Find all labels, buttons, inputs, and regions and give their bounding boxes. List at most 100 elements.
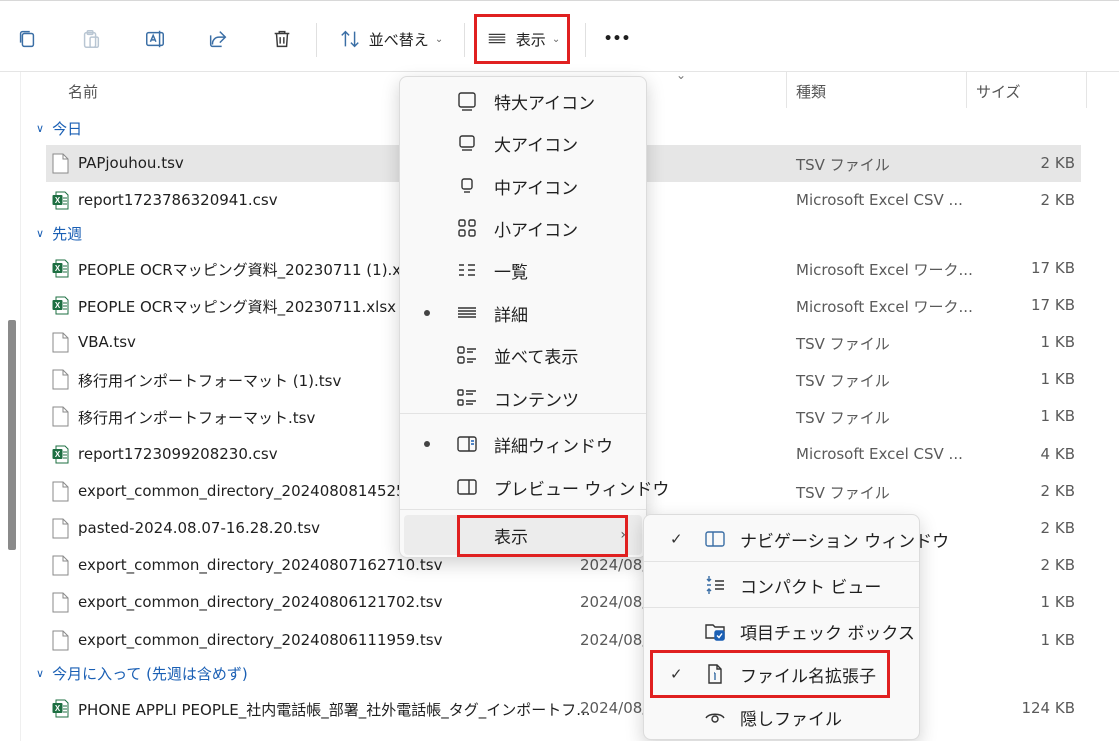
group-label: 先週 bbox=[52, 225, 83, 243]
rename-icon bbox=[146, 30, 164, 48]
show-submenu: ✓ ナビゲーション ウィンドウ コンパクト ビュー 項目チェック ボックス ✓ ファイル名… bbox=[643, 514, 949, 740]
copy-button[interactable] bbox=[12, 21, 42, 57]
group-label: 今月に入って (先週は含めず) bbox=[52, 665, 248, 683]
file-date: 2024/08/ bbox=[580, 699, 648, 717]
file-size: 1 KB bbox=[1040, 593, 1075, 611]
excel-file-icon: X bbox=[52, 698, 69, 719]
file-type: Microsoft Excel CSV ... bbox=[796, 445, 963, 463]
chevron-down-icon: ∨ bbox=[36, 227, 45, 240]
column-type[interactable]: 種類 bbox=[796, 81, 826, 102]
view-menu-item[interactable]: 並べて表示 bbox=[404, 335, 642, 375]
menu-item-label: プレビュー ウィンドウ bbox=[494, 479, 670, 500]
show-submenu-item[interactable]: コンパクト ビュー bbox=[648, 565, 915, 605]
item-checkbox-icon bbox=[704, 620, 726, 642]
sort-icon bbox=[341, 30, 359, 48]
share-button[interactable] bbox=[203, 21, 233, 57]
column-name[interactable]: 名前 bbox=[68, 81, 98, 102]
more-options-button[interactable]: ••• bbox=[600, 21, 634, 57]
rename-button[interactable] bbox=[140, 21, 170, 57]
scrollbar-thumb[interactable] bbox=[8, 320, 16, 550]
file-row[interactable]: export_common_directory_20240806121702.t… bbox=[46, 584, 1081, 621]
large-icons-icon bbox=[456, 132, 478, 154]
file-row[interactable]: X PHONE APPLI PEOPLE_社内電話帳_部署_社外電話帳_タグ_イン… bbox=[46, 690, 1081, 727]
file-name: export_common_directory_20240806111959.t… bbox=[78, 631, 443, 649]
file-type: Microsoft Excel CSV ... bbox=[796, 191, 963, 209]
checkmark-icon: ✓ bbox=[670, 530, 683, 548]
view-menu-item[interactable]: 小アイコン bbox=[404, 208, 642, 248]
file-size: 1 KB bbox=[1040, 631, 1075, 649]
file-date: 2024/08/ bbox=[580, 631, 648, 649]
svg-text:X: X bbox=[55, 264, 61, 273]
delete-button[interactable] bbox=[267, 21, 297, 57]
file-name: export_common_directory_20240807162710.t… bbox=[78, 556, 443, 574]
trash-icon bbox=[274, 30, 290, 48]
column-size[interactable]: サイズ bbox=[976, 81, 1021, 102]
file-size: 17 KB bbox=[1031, 296, 1075, 314]
menu-item-label: ナビゲーション ウィンドウ bbox=[740, 531, 950, 552]
view-menu-item[interactable]: 中アイコン bbox=[404, 166, 642, 206]
menu-separator bbox=[400, 413, 646, 414]
column-divider[interactable] bbox=[1086, 72, 1087, 108]
menu-item-label: 並べて表示 bbox=[494, 347, 579, 368]
text-file-icon bbox=[52, 481, 69, 502]
file-type: Microsoft Excel ワーク... bbox=[796, 261, 973, 279]
column-divider[interactable] bbox=[786, 72, 787, 108]
file-name: PEOPLE OCRマッピング資料_20230711.xlsx bbox=[78, 298, 397, 316]
file-type: TSV ファイル bbox=[796, 484, 890, 502]
menu-item-label: 項目チェック ボックス bbox=[740, 623, 915, 644]
view-menu-item[interactable]: 詳細 bbox=[404, 293, 642, 333]
view-menu-item[interactable]: コンテンツ bbox=[404, 378, 642, 418]
sort-button[interactable]: 並べ替え ⌄ bbox=[334, 21, 448, 57]
svg-text:X: X bbox=[55, 704, 61, 713]
share-icon bbox=[209, 31, 227, 48]
file-size: 2 KB bbox=[1040, 482, 1075, 500]
text-file-icon bbox=[52, 555, 69, 576]
menu-item-label: 大アイコン bbox=[494, 135, 579, 156]
text-file-icon bbox=[52, 406, 69, 427]
show-submenu-item[interactable]: 項目チェック ボックス bbox=[648, 611, 915, 651]
file-row[interactable]: export_common_directory_20240806111959.t… bbox=[46, 622, 1081, 659]
file-name: PAPjouhou.tsv bbox=[78, 154, 184, 172]
paste-button[interactable] bbox=[76, 21, 106, 57]
file-size: 2 KB bbox=[1040, 191, 1075, 209]
compact-view-icon bbox=[704, 574, 726, 596]
view-menu-item[interactable]: 詳細ウィンドウ bbox=[404, 424, 642, 464]
show-submenu-item[interactable]: ✓ ナビゲーション ウィンドウ bbox=[648, 519, 949, 559]
list-icon bbox=[456, 259, 478, 281]
file-date: 2024/08/ bbox=[580, 593, 648, 611]
view-menu-item[interactable]: 一覧 bbox=[404, 250, 642, 290]
view-menu: 特大アイコン 大アイコン中アイコン小アイコン一覧 詳細並べて表示コンテンツ詳細ウィン… bbox=[399, 76, 669, 558]
group-header-last-week[interactable]: ∨ 先週 bbox=[36, 223, 82, 244]
medium-icons-icon bbox=[456, 175, 478, 197]
show-submenu-item[interactable]: 隠しファイル bbox=[648, 697, 915, 737]
group-header-today[interactable]: ∨ 今日 bbox=[36, 118, 82, 139]
column-divider[interactable] bbox=[966, 72, 967, 108]
extra-large-icons-icon bbox=[456, 90, 478, 112]
file-name: 移行用インポートフォーマット (1).tsv bbox=[78, 372, 342, 390]
text-file-icon bbox=[52, 332, 69, 353]
copy-icon bbox=[19, 30, 35, 48]
view-menu-item[interactable]: 大アイコン bbox=[404, 123, 642, 163]
file-type: TSV ファイル bbox=[796, 335, 890, 353]
svg-text:X: X bbox=[55, 196, 61, 205]
sort-chevron-icon: ⌄ bbox=[676, 68, 687, 82]
menu-item-label: 小アイコン bbox=[494, 220, 579, 241]
view-menu-item[interactable]: プレビュー ウィンドウ bbox=[404, 467, 669, 507]
file-name: report1723786320941.csv bbox=[78, 191, 278, 209]
text-file-icon bbox=[52, 153, 69, 174]
selected-bullet-icon bbox=[424, 441, 430, 447]
scrollbar-track bbox=[20, 72, 21, 741]
view-menu-item[interactable]: 特大アイコン bbox=[404, 81, 642, 121]
group-header-this-month[interactable]: ∨ 今月に入って (先週は含めず) bbox=[36, 663, 248, 684]
menu-item-label: 中アイコン bbox=[494, 178, 579, 199]
text-file-icon bbox=[52, 630, 69, 651]
file-name: VBA.tsv bbox=[78, 333, 136, 351]
file-size: 17 KB bbox=[1031, 259, 1075, 277]
file-size: 2 KB bbox=[1040, 556, 1075, 574]
file-name: pasted-2024.08.07-16.28.20.tsv bbox=[78, 519, 321, 537]
preview-pane-icon bbox=[456, 476, 478, 498]
menu-separator bbox=[644, 607, 919, 608]
sort-label: 並べ替え bbox=[368, 30, 429, 49]
menu-item-label: 特大アイコン bbox=[494, 93, 596, 114]
show-item-highlight bbox=[457, 515, 628, 557]
